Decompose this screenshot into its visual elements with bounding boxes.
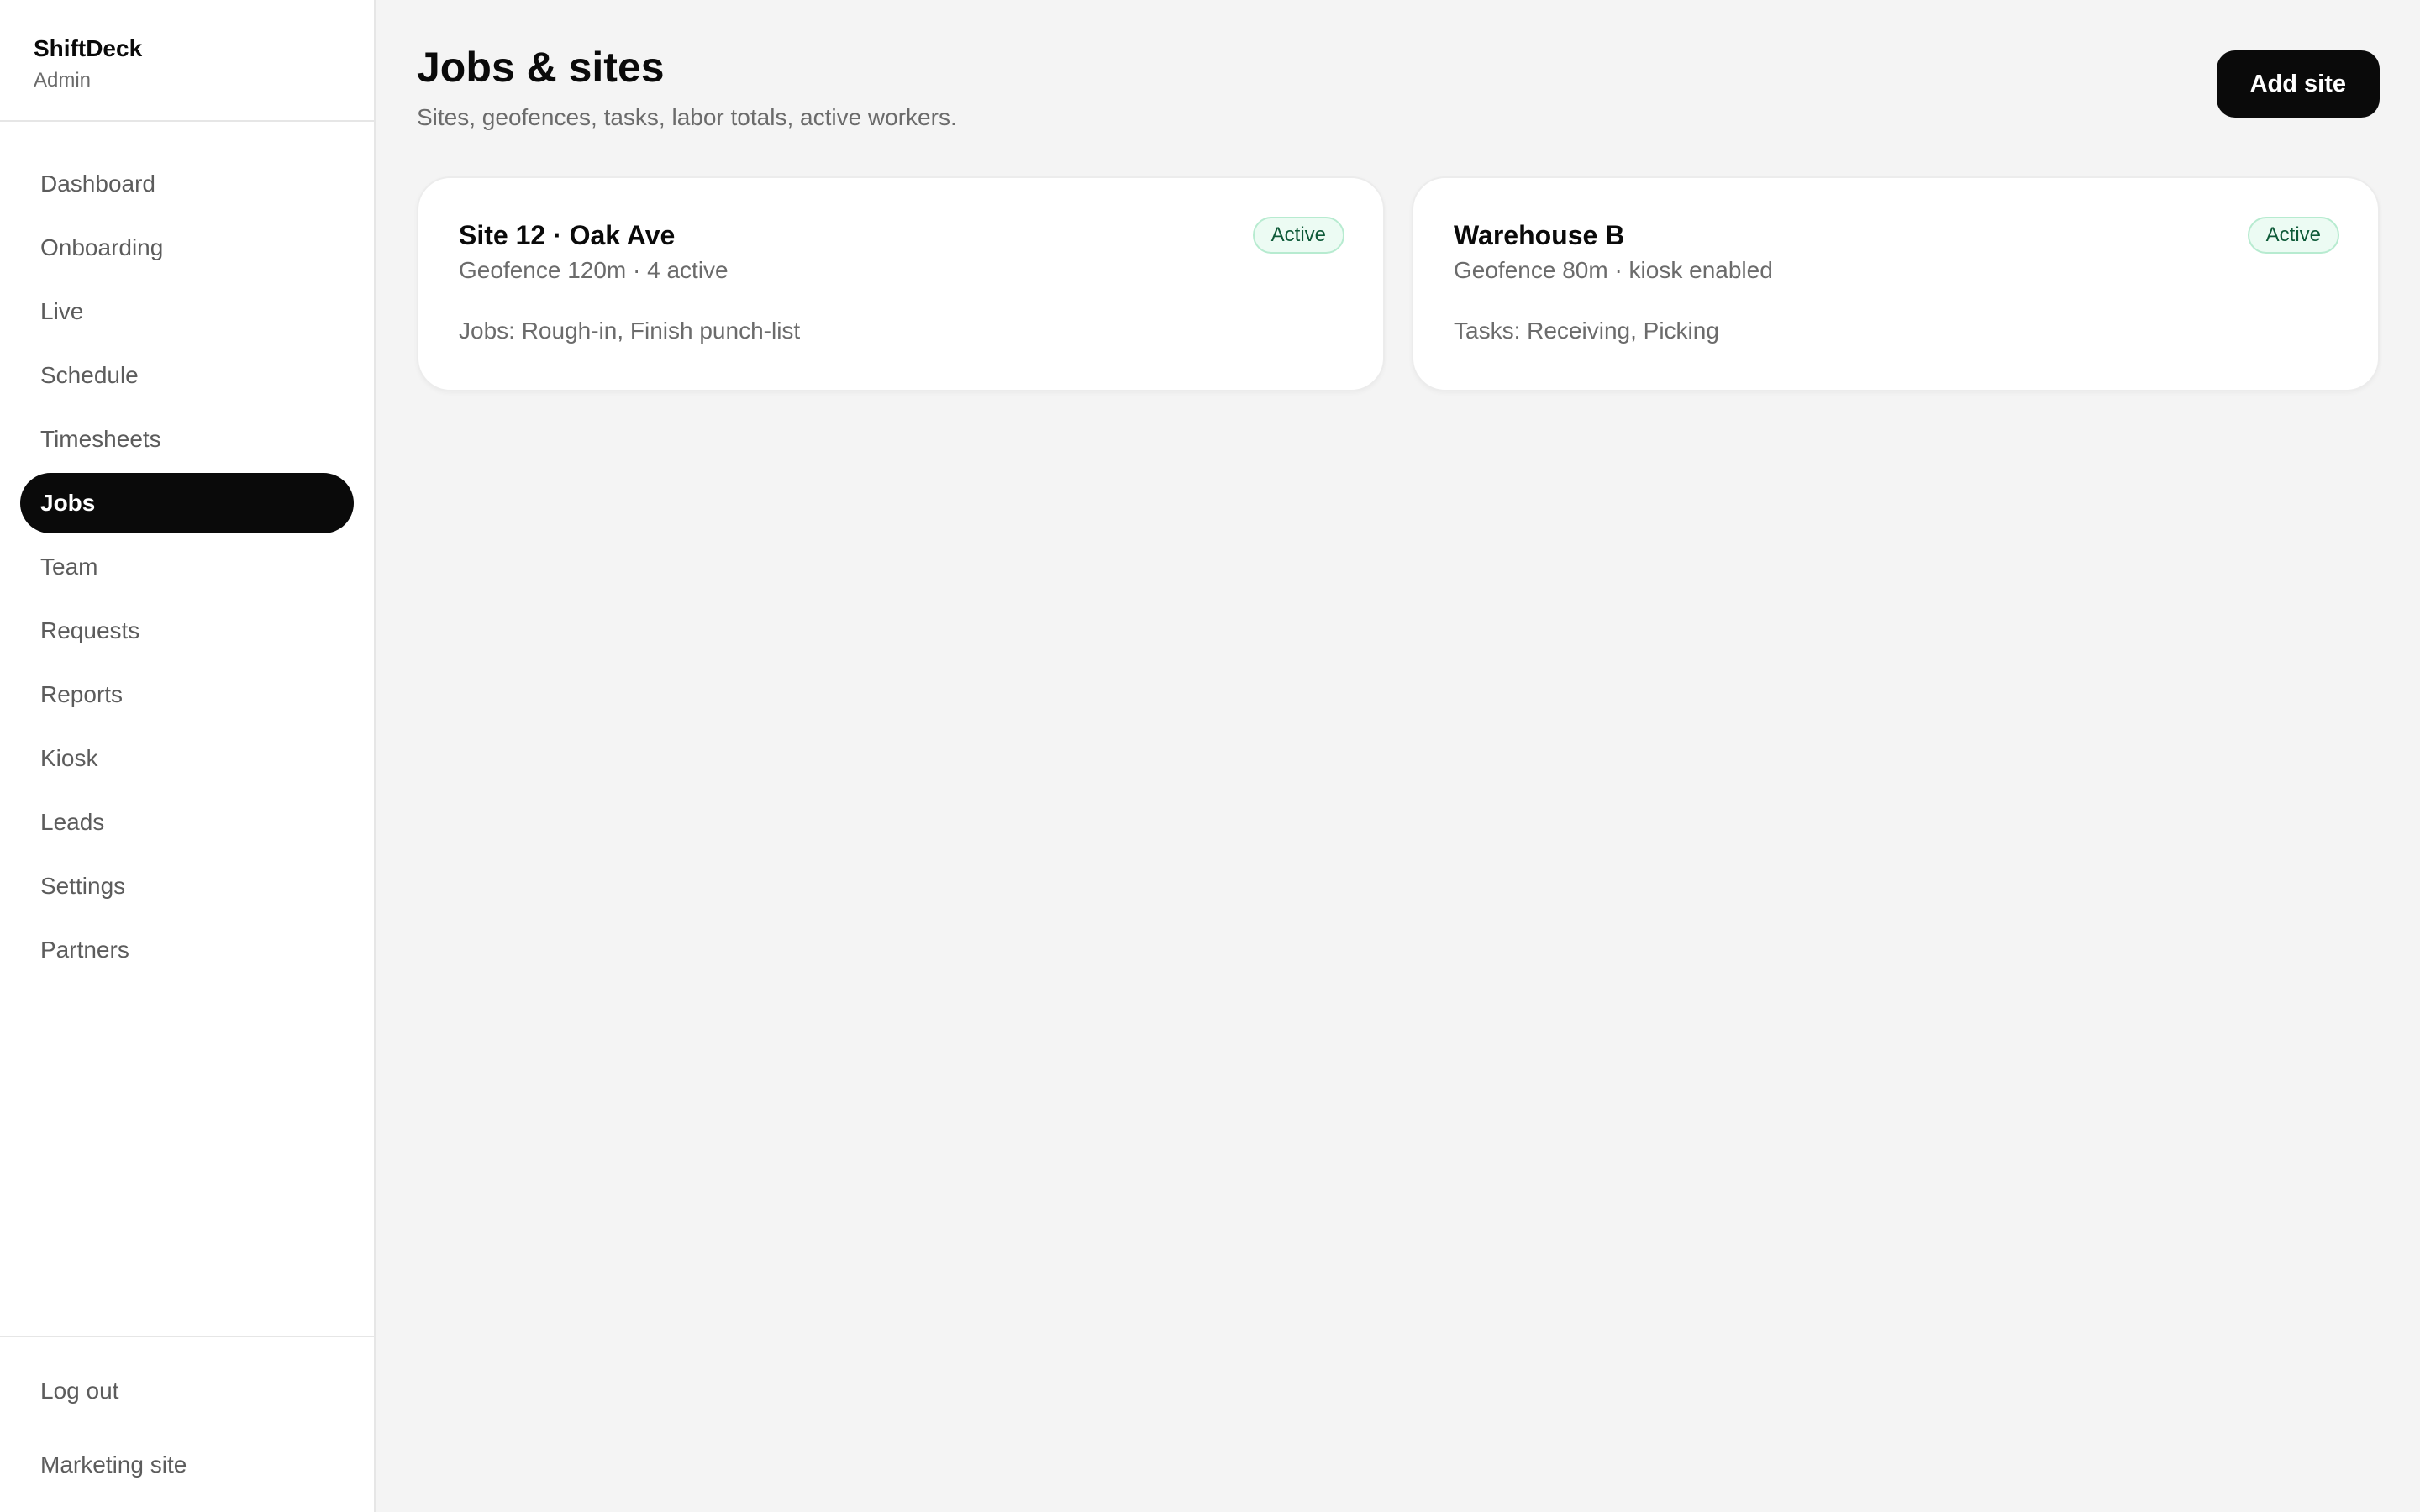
sidebar-item-live[interactable]: Live: [20, 281, 354, 342]
sidebar-item-settings[interactable]: Settings: [20, 856, 354, 916]
sidebar-item-reports[interactable]: Reports: [20, 664, 354, 725]
site-geofence: Geofence 80m · kiosk enabled: [1454, 257, 1773, 283]
site-name: Warehouse B: [1454, 220, 1625, 250]
page-title: Jobs & sites: [417, 44, 665, 91]
app-shell: ShiftDeck Admin Dashboard Onboarding Liv…: [0, 0, 2420, 1512]
brand-role: Admin: [34, 69, 92, 92]
site-name: Site 12 · Oak Ave: [459, 220, 676, 250]
main-content: Jobs & sites Sites, geofences, tasks, la…: [376, 0, 2420, 1512]
sidebar-footer: Log out Marketing site: [0, 1336, 374, 1512]
sidebar-item-dashboard[interactable]: Dashboard: [20, 154, 354, 214]
page-subtitle: Sites, geofences, tasks, labor totals, a…: [417, 104, 957, 130]
sidebar: ShiftDeck Admin Dashboard Onboarding Liv…: [0, 0, 376, 1512]
site-card[interactable]: Site 12 · Oak Ave Geofence 120m · 4 acti…: [417, 176, 1385, 391]
page-header: Jobs & sites Sites, geofences, tasks, la…: [417, 42, 2380, 133]
sidebar-item-leads[interactable]: Leads: [20, 792, 354, 853]
brand-name: ShiftDeck: [34, 35, 143, 61]
sidebar-item-schedule[interactable]: Schedule: [20, 345, 354, 406]
status-badge: Active: [1252, 217, 1344, 254]
site-jobs: Jobs: Rough-in, Finish punch-list: [459, 318, 801, 344]
marketing-site-link[interactable]: Marketing site: [20, 1435, 354, 1495]
page-heading: Jobs & sites Sites, geofences, tasks, la…: [417, 42, 957, 133]
sidebar-item-timesheets[interactable]: Timesheets: [20, 409, 354, 470]
status-badge: Active: [2247, 217, 2339, 254]
sidebar-item-partners[interactable]: Partners: [20, 920, 354, 980]
site-card[interactable]: Warehouse B Geofence 80m · kiosk enabled…: [1412, 176, 2380, 391]
sidebar-item-onboarding[interactable]: Onboarding: [20, 218, 354, 278]
sidebar-item-team[interactable]: Team: [20, 537, 354, 597]
sidebar-item-jobs[interactable]: Jobs: [20, 473, 354, 533]
sidebar-item-requests[interactable]: Requests: [20, 601, 354, 661]
add-site-button[interactable]: Add site: [2216, 50, 2380, 118]
logout-link[interactable]: Log out: [20, 1361, 354, 1421]
site-cards: Site 12 · Oak Ave Geofence 120m · 4 acti…: [417, 176, 2380, 391]
brand-block: ShiftDeck Admin: [0, 0, 374, 122]
site-geofence: Geofence 120m · 4 active: [459, 257, 729, 283]
site-tasks: Tasks: Receiving, Picking: [1454, 318, 1719, 344]
sidebar-nav: Dashboard Onboarding Live Schedule Times…: [0, 122, 374, 1336]
sidebar-item-kiosk[interactable]: Kiosk: [20, 728, 354, 789]
